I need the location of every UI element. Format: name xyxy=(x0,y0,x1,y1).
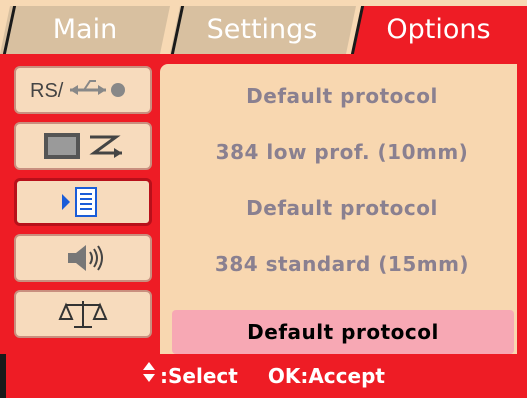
up-down-arrows-icon xyxy=(142,354,156,398)
monitor-arrow-icon xyxy=(16,124,150,168)
tab-main[interactable]: Main xyxy=(0,6,170,54)
tab-options-label: Options xyxy=(386,14,491,45)
speaker-icon xyxy=(16,236,150,280)
svg-text:RS/: RS/ xyxy=(30,80,64,102)
protocol-item-selected[interactable]: Default protocol xyxy=(172,310,514,354)
protocol-item[interactable]: Default protocol xyxy=(172,74,512,118)
sidebar-item-display[interactable] xyxy=(14,122,152,170)
sidebar-item-protocols[interactable] xyxy=(14,178,152,226)
sidebar-item-sound[interactable] xyxy=(14,234,152,282)
sidebar-item-interface[interactable]: RS/ xyxy=(14,66,152,114)
balance-scale-icon xyxy=(16,292,150,336)
tab-options[interactable]: Options xyxy=(352,6,527,54)
options-panel: RS/ Default protocol 384 low prof. (10mm… xyxy=(0,54,527,354)
footer-edge xyxy=(0,354,6,398)
footer-hint-bar: :Select OK:Accept xyxy=(0,354,527,398)
protocol-item[interactable]: Default protocol xyxy=(172,186,512,230)
protocol-item[interactable]: 384 standard (15mm) xyxy=(172,242,512,286)
select-hint: :Select xyxy=(160,364,238,388)
tab-bar: Main Settings Options xyxy=(0,0,527,54)
protocol-item[interactable]: 384 low prof. (10mm) xyxy=(172,130,512,174)
accept-hint: OK:Accept xyxy=(267,364,385,388)
tab-settings-label: Settings xyxy=(206,14,318,45)
tab-settings[interactable]: Settings xyxy=(170,6,356,54)
rs232-usb-icon: RS/ xyxy=(16,68,150,112)
protocol-list-icon xyxy=(17,181,149,223)
sidebar-item-calibration[interactable] xyxy=(14,290,152,338)
tab-main-label: Main xyxy=(52,14,118,45)
